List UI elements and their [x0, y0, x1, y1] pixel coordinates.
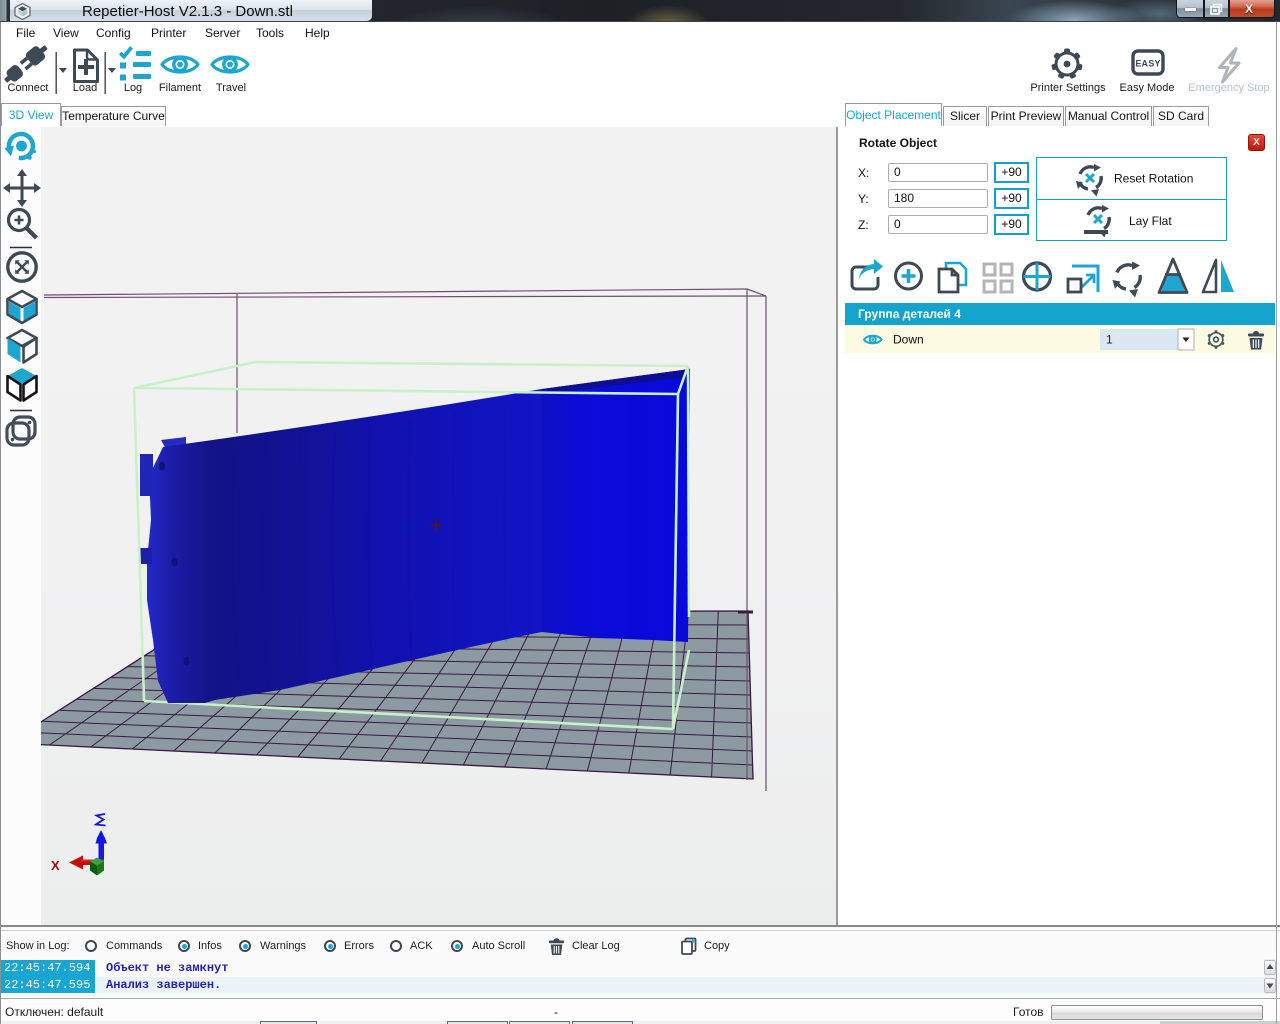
svg-text:X: X — [51, 858, 60, 873]
svg-text:Lay Flat: Lay Flat — [1129, 214, 1172, 228]
svg-text:Reset Rotation: Reset Rotation — [1114, 172, 1193, 186]
svg-text:EASY: EASY — [1135, 59, 1160, 69]
svg-text:Down: Down — [893, 333, 924, 347]
svg-text:1: 1 — [1106, 333, 1113, 347]
